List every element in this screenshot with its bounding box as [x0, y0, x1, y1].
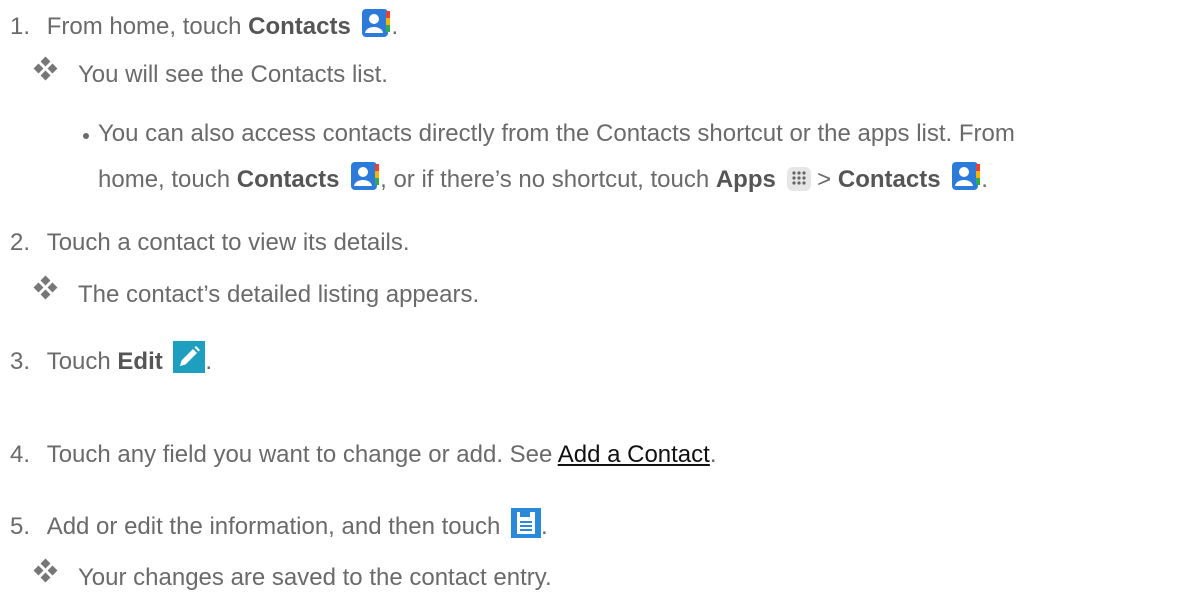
- step-1-result: You will see the Contacts list.: [78, 61, 388, 88]
- step-1-note-line2: home, touch Contacts , or if there’s no …: [98, 161, 988, 194]
- step-4-text: Touch any field you want to change or ad…: [46, 441, 558, 468]
- step-5-suffix: .: [541, 513, 548, 540]
- save-icon: [511, 508, 541, 538]
- step-1-suffix: .: [391, 13, 399, 40]
- add-contact-link[interactable]: Add a Contact: [558, 441, 710, 468]
- step-1-number: 1.: [10, 13, 31, 40]
- step-2-text: Touch a contact to view its details.: [46, 229, 410, 256]
- note-text: home, touch: [98, 166, 237, 193]
- note-bullet: [83, 133, 89, 139]
- step-3-suffix: .: [205, 348, 213, 375]
- note-apps-bold: Apps: [715, 166, 776, 193]
- step-5-result: Your changes are saved to the contact en…: [78, 564, 552, 591]
- contacts-icon: [952, 162, 981, 190]
- step-1-text: From home, touch: [46, 13, 249, 40]
- result-diamond-icon: [33, 558, 58, 583]
- instruction-document: 1. From home, touch Contacts . You will …: [0, 0, 1178, 597]
- note-contacts2-bold: Contacts: [837, 166, 941, 193]
- step-2-result: The contact’s detailed listing appears.: [78, 281, 480, 308]
- step-1: 1. From home, touch Contacts .: [10, 8, 398, 41]
- step-3: 3. Touch Edit .: [10, 341, 212, 376]
- step-4: 4. Touch any field you want to change or…: [10, 441, 717, 469]
- contacts-icon: [351, 162, 380, 190]
- result-diamond-icon: [33, 56, 58, 81]
- step-5-text: Add or edit the information, and then to…: [46, 513, 507, 540]
- step-5-number: 5.: [10, 513, 31, 540]
- step-3-bold: Edit: [117, 348, 163, 375]
- step-1-bold: Contacts: [248, 13, 351, 40]
- pencil-edit-icon: [173, 341, 206, 373]
- step-2-number: 2.: [10, 229, 31, 256]
- contacts-icon: [362, 9, 391, 37]
- apps-grid-icon: [786, 167, 811, 191]
- step-4-number: 4.: [10, 441, 31, 468]
- step-3-text: Touch: [46, 348, 118, 375]
- step-2: 2. Touch a contact to view its details.: [10, 229, 410, 257]
- note-gt: >: [810, 166, 838, 193]
- step-3-number: 3.: [10, 348, 31, 375]
- step-5: 5. Add or edit the information, and then…: [10, 508, 548, 541]
- note-contacts-bold: Contacts: [236, 166, 340, 193]
- note-end: .: [981, 166, 988, 193]
- note-text-mid: , or if there’s no shortcut, touch: [380, 166, 716, 193]
- step-1-note-line1: You can also access contacts directly fr…: [98, 120, 1015, 147]
- result-diamond-icon: [33, 275, 58, 300]
- step-4-suffix: .: [709, 441, 717, 468]
